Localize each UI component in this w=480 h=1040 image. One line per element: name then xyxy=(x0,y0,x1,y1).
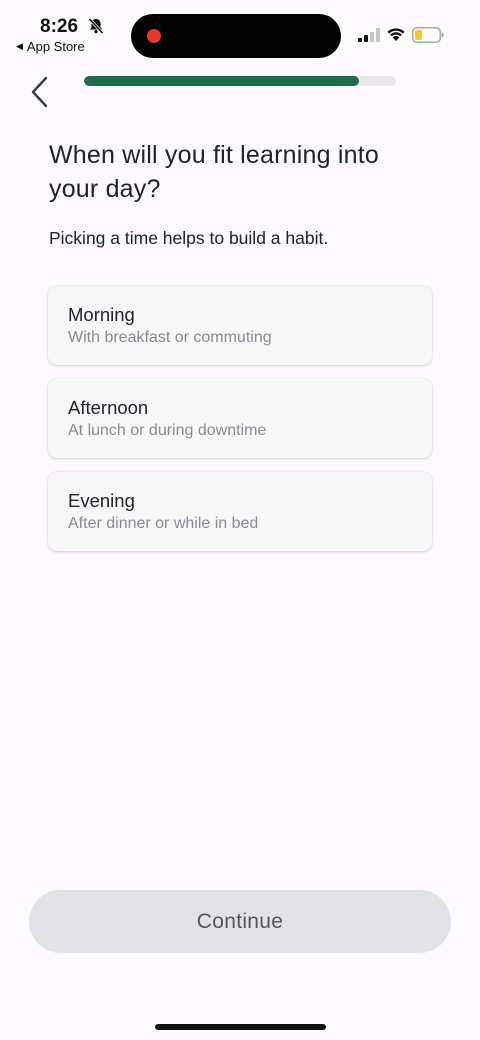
wifi-icon xyxy=(387,28,405,41)
option-subtitle: After dinner or while in bed xyxy=(68,515,259,532)
back-app-label: App Store xyxy=(26,39,85,54)
screen: 8:26 ◀ App Store When will you fit learn… xyxy=(0,0,480,1040)
dynamic-island xyxy=(131,14,341,58)
progress-bar xyxy=(84,76,396,86)
time-options-list: Morning With breakfast or commuting Afte… xyxy=(48,286,432,565)
home-indicator xyxy=(155,1024,326,1030)
option-subtitle: At lunch or during downtime xyxy=(68,422,267,439)
back-triangle-icon: ◀ xyxy=(16,41,23,51)
option-evening[interactable]: Evening After dinner or while in bed xyxy=(48,472,432,551)
option-title: Morning xyxy=(68,304,135,325)
option-morning[interactable]: Morning With breakfast or commuting xyxy=(48,286,432,365)
back-to-app-store[interactable]: ◀ App Store xyxy=(16,39,85,54)
battery-icon xyxy=(412,27,444,43)
recording-indicator-icon xyxy=(147,29,161,43)
option-afternoon[interactable]: Afternoon At lunch or during downtime xyxy=(48,379,432,458)
cellular-signal-icon xyxy=(358,28,380,42)
page-title: When will you fit learning into your day… xyxy=(49,141,379,203)
progress-fill xyxy=(84,76,359,86)
option-title: Evening xyxy=(68,490,135,511)
back-button[interactable] xyxy=(24,74,56,110)
continue-button[interactable]: Continue xyxy=(29,890,451,953)
page-subtitle: Picking a time helps to build a habit. xyxy=(49,228,329,248)
bell-slash-icon xyxy=(88,17,104,35)
option-title: Afternoon xyxy=(68,397,149,418)
status-time: 8:26 xyxy=(40,16,79,37)
option-subtitle: With breakfast or commuting xyxy=(68,329,272,346)
